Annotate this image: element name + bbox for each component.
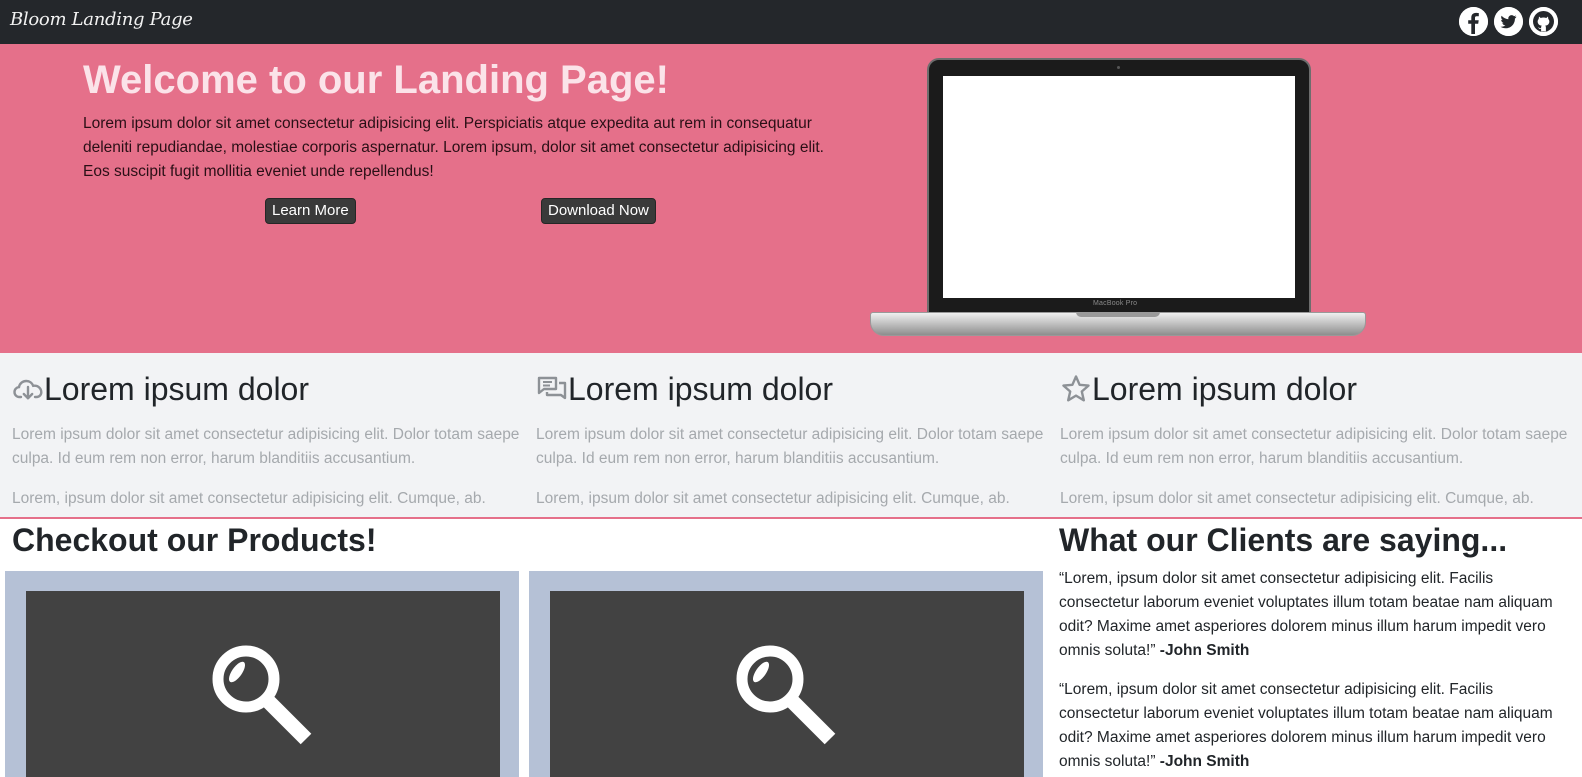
download-now-button[interactable]: Download Now	[541, 198, 656, 224]
testimonial-text: “Lorem, ipsum dolor sit amet consectetur…	[1059, 681, 1553, 770]
feature-description: Lorem ipsum dolor sit amet consectetur a…	[1060, 426, 1568, 467]
product-card[interactable]	[529, 571, 1043, 777]
magnifier-icon	[212, 645, 312, 745]
facebook-link[interactable]	[1459, 7, 1488, 36]
navbar: Bloom Landing Page	[0, 0, 1582, 44]
feature-description: Lorem ipsum dolor sit amet consectetur a…	[12, 426, 520, 467]
hero-description: Lorem ipsum dolor sit amet consectetur a…	[83, 115, 824, 180]
testimonial-text: “Lorem, ipsum dolor sit amet consectetur…	[1059, 570, 1553, 659]
learn-more-button[interactable]: Learn More	[265, 198, 356, 224]
feature-card: Lorem ipsum dolor Lorem ipsum dolor sit …	[1060, 369, 1570, 511]
magnifier-icon	[736, 645, 836, 745]
brand-logo[interactable]: Bloom Landing Page	[10, 9, 193, 30]
testimonial-author: -John Smith	[1159, 642, 1250, 659]
features-section: Lorem ipsum dolor Lorem ipsum dolor sit …	[0, 353, 1582, 519]
facebook-icon	[1459, 7, 1488, 36]
product-card[interactable]	[5, 571, 519, 777]
product-image-placeholder	[550, 591, 1024, 777]
feature-description: Lorem ipsum dolor sit amet consectetur a…	[536, 426, 1044, 467]
testimonial: “Lorem, ipsum dolor sit amet consectetur…	[1059, 678, 1559, 774]
feature-title: Lorem ipsum dolor	[44, 370, 309, 407]
github-link[interactable]	[1529, 7, 1558, 36]
github-icon	[1529, 7, 1558, 36]
feature-note: Lorem, ipsum dolor sit amet consectetur …	[1060, 490, 1534, 507]
laptop-notch	[1076, 312, 1160, 317]
laptop-label: MacBook Pro	[1093, 300, 1138, 307]
testimonial-author: -John Smith	[1159, 753, 1250, 770]
cloud-download-icon	[12, 373, 44, 405]
products-title: Checkout our Products!	[12, 522, 377, 558]
feature-note: Lorem, ipsum dolor sit amet consectetur …	[536, 490, 1010, 507]
star-icon	[1060, 373, 1092, 405]
laptop-image: MacBook Pro	[870, 58, 1366, 336]
feature-card: Lorem ipsum dolor Lorem ipsum dolor sit …	[536, 369, 1046, 511]
laptop-camera	[1117, 66, 1120, 69]
laptop-lid: MacBook Pro	[927, 58, 1311, 314]
product-image-placeholder	[26, 591, 500, 777]
hero-section: Welcome to our Landing Page! Lorem ipsum…	[0, 44, 1582, 353]
feature-title: Lorem ipsum dolor	[1092, 370, 1357, 407]
clients-title: What our Clients are saying...	[1059, 522, 1508, 558]
chat-bubbles-icon	[536, 373, 568, 405]
testimonial: “Lorem, ipsum dolor sit amet consectetur…	[1059, 567, 1559, 663]
twitter-icon	[1494, 7, 1523, 36]
hero-title: Welcome to our Landing Page!	[83, 58, 669, 102]
feature-note: Lorem, ipsum dolor sit amet consectetur …	[12, 490, 486, 507]
feature-title: Lorem ipsum dolor	[568, 370, 833, 407]
feature-card: Lorem ipsum dolor Lorem ipsum dolor sit …	[12, 369, 522, 511]
twitter-link[interactable]	[1494, 7, 1523, 36]
laptop-screen	[943, 76, 1295, 298]
